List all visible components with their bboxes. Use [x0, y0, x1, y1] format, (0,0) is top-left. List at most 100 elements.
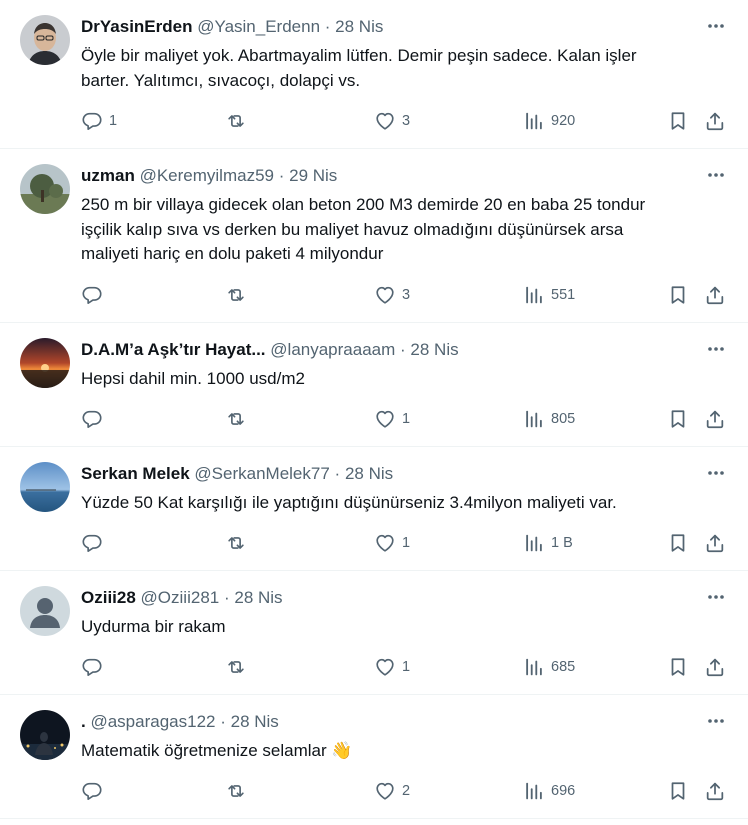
- user-handle[interactable]: @Keremyilmaz59: [140, 166, 274, 185]
- more-options-icon[interactable]: [706, 339, 726, 359]
- like-button[interactable]: 2: [374, 779, 410, 803]
- like-icon: [374, 656, 396, 678]
- tweet-reply[interactable]: Serkan Melek @SerkanMelek77 · 28 Nis Yüzd…: [0, 447, 748, 571]
- reply-icon: [81, 780, 103, 802]
- share-button[interactable]: [704, 283, 726, 307]
- share-icon: [704, 284, 726, 306]
- reply-button[interactable]: [81, 779, 109, 803]
- avatar[interactable]: [20, 462, 70, 512]
- share-button[interactable]: [704, 531, 726, 555]
- like-icon: [374, 408, 396, 430]
- views-button[interactable]: 805: [523, 407, 575, 431]
- share-button[interactable]: [704, 779, 726, 803]
- user-handle[interactable]: @Yasin_Erdenn: [197, 17, 320, 36]
- user-handle[interactable]: @asparagas122: [90, 712, 215, 731]
- tweet-header: D.A.M’a Aşk’tır Hayat... @lanyapraaaam ·…: [81, 340, 459, 360]
- like-button[interactable]: 1: [374, 655, 410, 679]
- views-button-count: 805: [551, 411, 576, 427]
- reply-button[interactable]: [81, 407, 109, 431]
- display-name[interactable]: Serkan Melek: [81, 464, 190, 483]
- retweet-button[interactable]: [225, 779, 253, 803]
- reply-button[interactable]: [81, 531, 109, 555]
- reply-button[interactable]: [81, 655, 109, 679]
- user-handle[interactable]: @Oziii281: [141, 588, 220, 607]
- views-button[interactable]: 685: [523, 655, 575, 679]
- views-button-count: 551: [551, 287, 576, 303]
- bookmark-button[interactable]: [667, 407, 689, 431]
- display-name[interactable]: D.A.M’a Aşk’tır Hayat...: [81, 340, 266, 359]
- more-options-icon[interactable]: [706, 165, 726, 185]
- bookmark-button[interactable]: [667, 283, 689, 307]
- tweet-reply[interactable]: . @asparagas122 · 28 Nis Matematik öğretm…: [0, 695, 748, 819]
- more-options-icon[interactable]: [706, 711, 726, 731]
- tweet-date[interactable]: 28 Nis: [410, 340, 458, 359]
- more-options-icon[interactable]: [706, 587, 726, 607]
- user-handle[interactable]: @lanyapraaaam: [270, 340, 395, 359]
- tweet-actions: 1 3 920: [81, 109, 731, 133]
- retweet-button[interactable]: [225, 531, 253, 555]
- views-icon: [523, 532, 545, 554]
- share-button[interactable]: [704, 655, 726, 679]
- retweet-button[interactable]: [225, 407, 253, 431]
- reply-button[interactable]: [81, 283, 109, 307]
- tweet-actions: 3 551: [81, 283, 731, 307]
- tweet-reply[interactable]: uzman @Keremyilmaz59 · 29 Nis 250 m bir v…: [0, 149, 748, 323]
- tweet-actions: 1 805: [81, 407, 731, 431]
- like-button[interactable]: 1: [374, 407, 410, 431]
- tweet-text-line: barter. Yalıtımcı, sıvacoçı, dolapçi vs.: [81, 70, 361, 90]
- retweet-button[interactable]: [225, 109, 253, 133]
- retweet-icon: [225, 532, 247, 554]
- share-icon: [704, 408, 726, 430]
- like-icon: [374, 284, 396, 306]
- tweet-header: DrYasinErden @Yasin_Erdenn · 28 Nis: [81, 17, 383, 37]
- share-button[interactable]: [704, 407, 726, 431]
- tweet-reply[interactable]: D.A.M’a Aşk’tır Hayat... @lanyapraaaam ·…: [0, 323, 748, 447]
- share-button[interactable]: [704, 109, 726, 133]
- avatar[interactable]: [20, 338, 70, 388]
- tweet-date[interactable]: 28 Nis: [231, 712, 279, 731]
- avatar[interactable]: [20, 164, 70, 214]
- share-icon: [704, 532, 726, 554]
- bookmark-icon: [667, 408, 689, 430]
- reply-icon: [81, 656, 103, 678]
- tweet-text: 250 m bir villaya gidecek olan beton 200…: [81, 193, 721, 267]
- more-options-icon[interactable]: [706, 463, 726, 483]
- tweet-text: Yüzde 50 Kat karşılığı ile yaptığını düş…: [81, 491, 721, 516]
- tweet-reply[interactable]: DrYasinErden @Yasin_Erdenn · 28 Nis Öyle …: [0, 0, 748, 149]
- bookmark-button[interactable]: [667, 531, 689, 555]
- bookmark-icon: [667, 656, 689, 678]
- retweet-button[interactable]: [225, 655, 253, 679]
- reply-button[interactable]: 1: [81, 109, 117, 133]
- retweet-button[interactable]: [225, 283, 253, 307]
- tweet-date[interactable]: 28 Nis: [345, 464, 393, 483]
- tweet-text: Uydurma bir rakam: [81, 615, 721, 640]
- like-button[interactable]: 3: [374, 109, 410, 133]
- like-button[interactable]: 3: [374, 283, 410, 307]
- avatar[interactable]: [20, 586, 70, 636]
- more-options-icon[interactable]: [706, 16, 726, 36]
- views-button[interactable]: 696: [523, 779, 575, 803]
- views-button[interactable]: 551: [523, 283, 575, 307]
- like-button[interactable]: 1: [374, 531, 410, 555]
- like-icon: [374, 110, 396, 132]
- like-button-count: 1: [402, 659, 411, 675]
- user-handle[interactable]: @SerkanMelek77: [194, 464, 329, 483]
- display-name[interactable]: .: [81, 712, 86, 731]
- bookmark-icon: [667, 284, 689, 306]
- bookmark-button[interactable]: [667, 655, 689, 679]
- tweet-reply[interactable]: Oziii28 @Oziii281 · 28 Nis Uydurma bir ra…: [0, 571, 748, 695]
- tweet-date[interactable]: 28 Nis: [234, 588, 282, 607]
- avatar[interactable]: [20, 15, 70, 65]
- views-icon: [523, 284, 545, 306]
- tweet-date[interactable]: 28 Nis: [335, 17, 383, 36]
- views-button[interactable]: 1 B: [523, 531, 573, 555]
- display-name[interactable]: DrYasinErden: [81, 17, 193, 36]
- display-name[interactable]: uzman: [81, 166, 135, 185]
- avatar[interactable]: [20, 710, 70, 760]
- like-icon: [374, 780, 396, 802]
- views-button[interactable]: 920: [523, 109, 575, 133]
- bookmark-button[interactable]: [667, 109, 689, 133]
- tweet-date[interactable]: 29 Nis: [289, 166, 337, 185]
- display-name[interactable]: Oziii28: [81, 588, 136, 607]
- bookmark-button[interactable]: [667, 779, 689, 803]
